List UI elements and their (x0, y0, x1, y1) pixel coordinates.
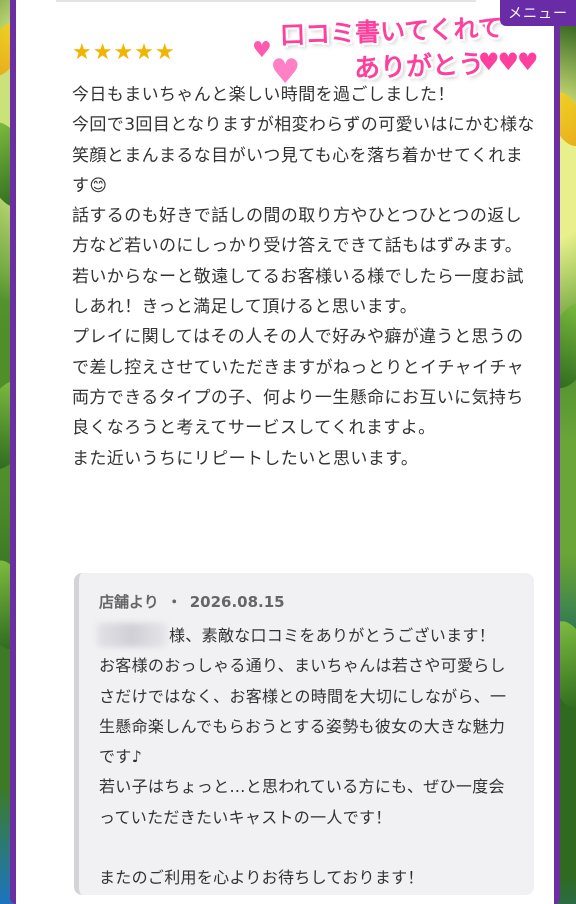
reply-body: 様、素敵な口コミをありがとうございます！ お客様のおっしゃる通り、まいちゃんは若… (99, 621, 519, 893)
reply-separator: ・ (166, 593, 182, 611)
reply-date: 2026.08.15 (189, 593, 285, 611)
banner-hearts: ♥♥♥ (478, 48, 539, 76)
reply-paragraph: またのご利用を心よりお待ちしております！ (99, 868, 424, 888)
heart-icon: ♥ (270, 52, 301, 92)
review-card: ★★★★★ 今日もまいちゃんと楽しい時間を過ごしました！ 今回で3回目となります… (16, 0, 554, 904)
review-body: 今日もまいちゃんと楽しい時間を過ごしました！ 今回で3回目となりますが相変わらず… (72, 80, 537, 474)
rating-stars: ★★★★★ (72, 40, 176, 65)
reply-paragraph: 様、素敵な口コミをありがとうございます！ (169, 626, 496, 645)
reply-paragraph: 若い子はちょっと…と思われている方にも、ぜひ一度会っていただきたいキャストの一人… (99, 777, 505, 827)
review-paragraph: また近いうちにリピートしたいと思います。 (72, 448, 419, 469)
shop-reply: 店舗より・ 2026.08.15 様、素敵な口コミをありがとうございます！ お客様… (74, 573, 534, 895)
heart-icon: ♥ (252, 38, 272, 63)
reply-meta: 店舗より・ 2026.08.15 (99, 591, 285, 612)
reply-from: 店舗より (99, 593, 159, 611)
review-paragraph: 若いからなーと敬遠してるお客様いる様でしたら一度お試しあれ！きっと満足して頂ける… (72, 266, 524, 318)
divider (56, 0, 476, 2)
review-paragraph: 話するのも好きで話しの間の取り方やひとつひとつの返し方など若いのにしっかり受け答… (72, 206, 523, 257)
banner-line-2: ありがとう (353, 49, 485, 85)
reply-paragraph: お客様のおっしゃる通り、まいちゃんは若さや可愛らしさだけではなく、お客様との時間… (99, 656, 507, 767)
review-paragraph: 今回で3回目となりますが相変わらずの可愛いはにかむ様な笑顔とまんまるな目がいつ見… (72, 115, 535, 196)
review-paragraph: プレイに関してはその人その人で好みや癖が違うと思うので差し控えさせていただきます… (72, 327, 525, 439)
menu-button[interactable]: メニュー (500, 0, 576, 26)
